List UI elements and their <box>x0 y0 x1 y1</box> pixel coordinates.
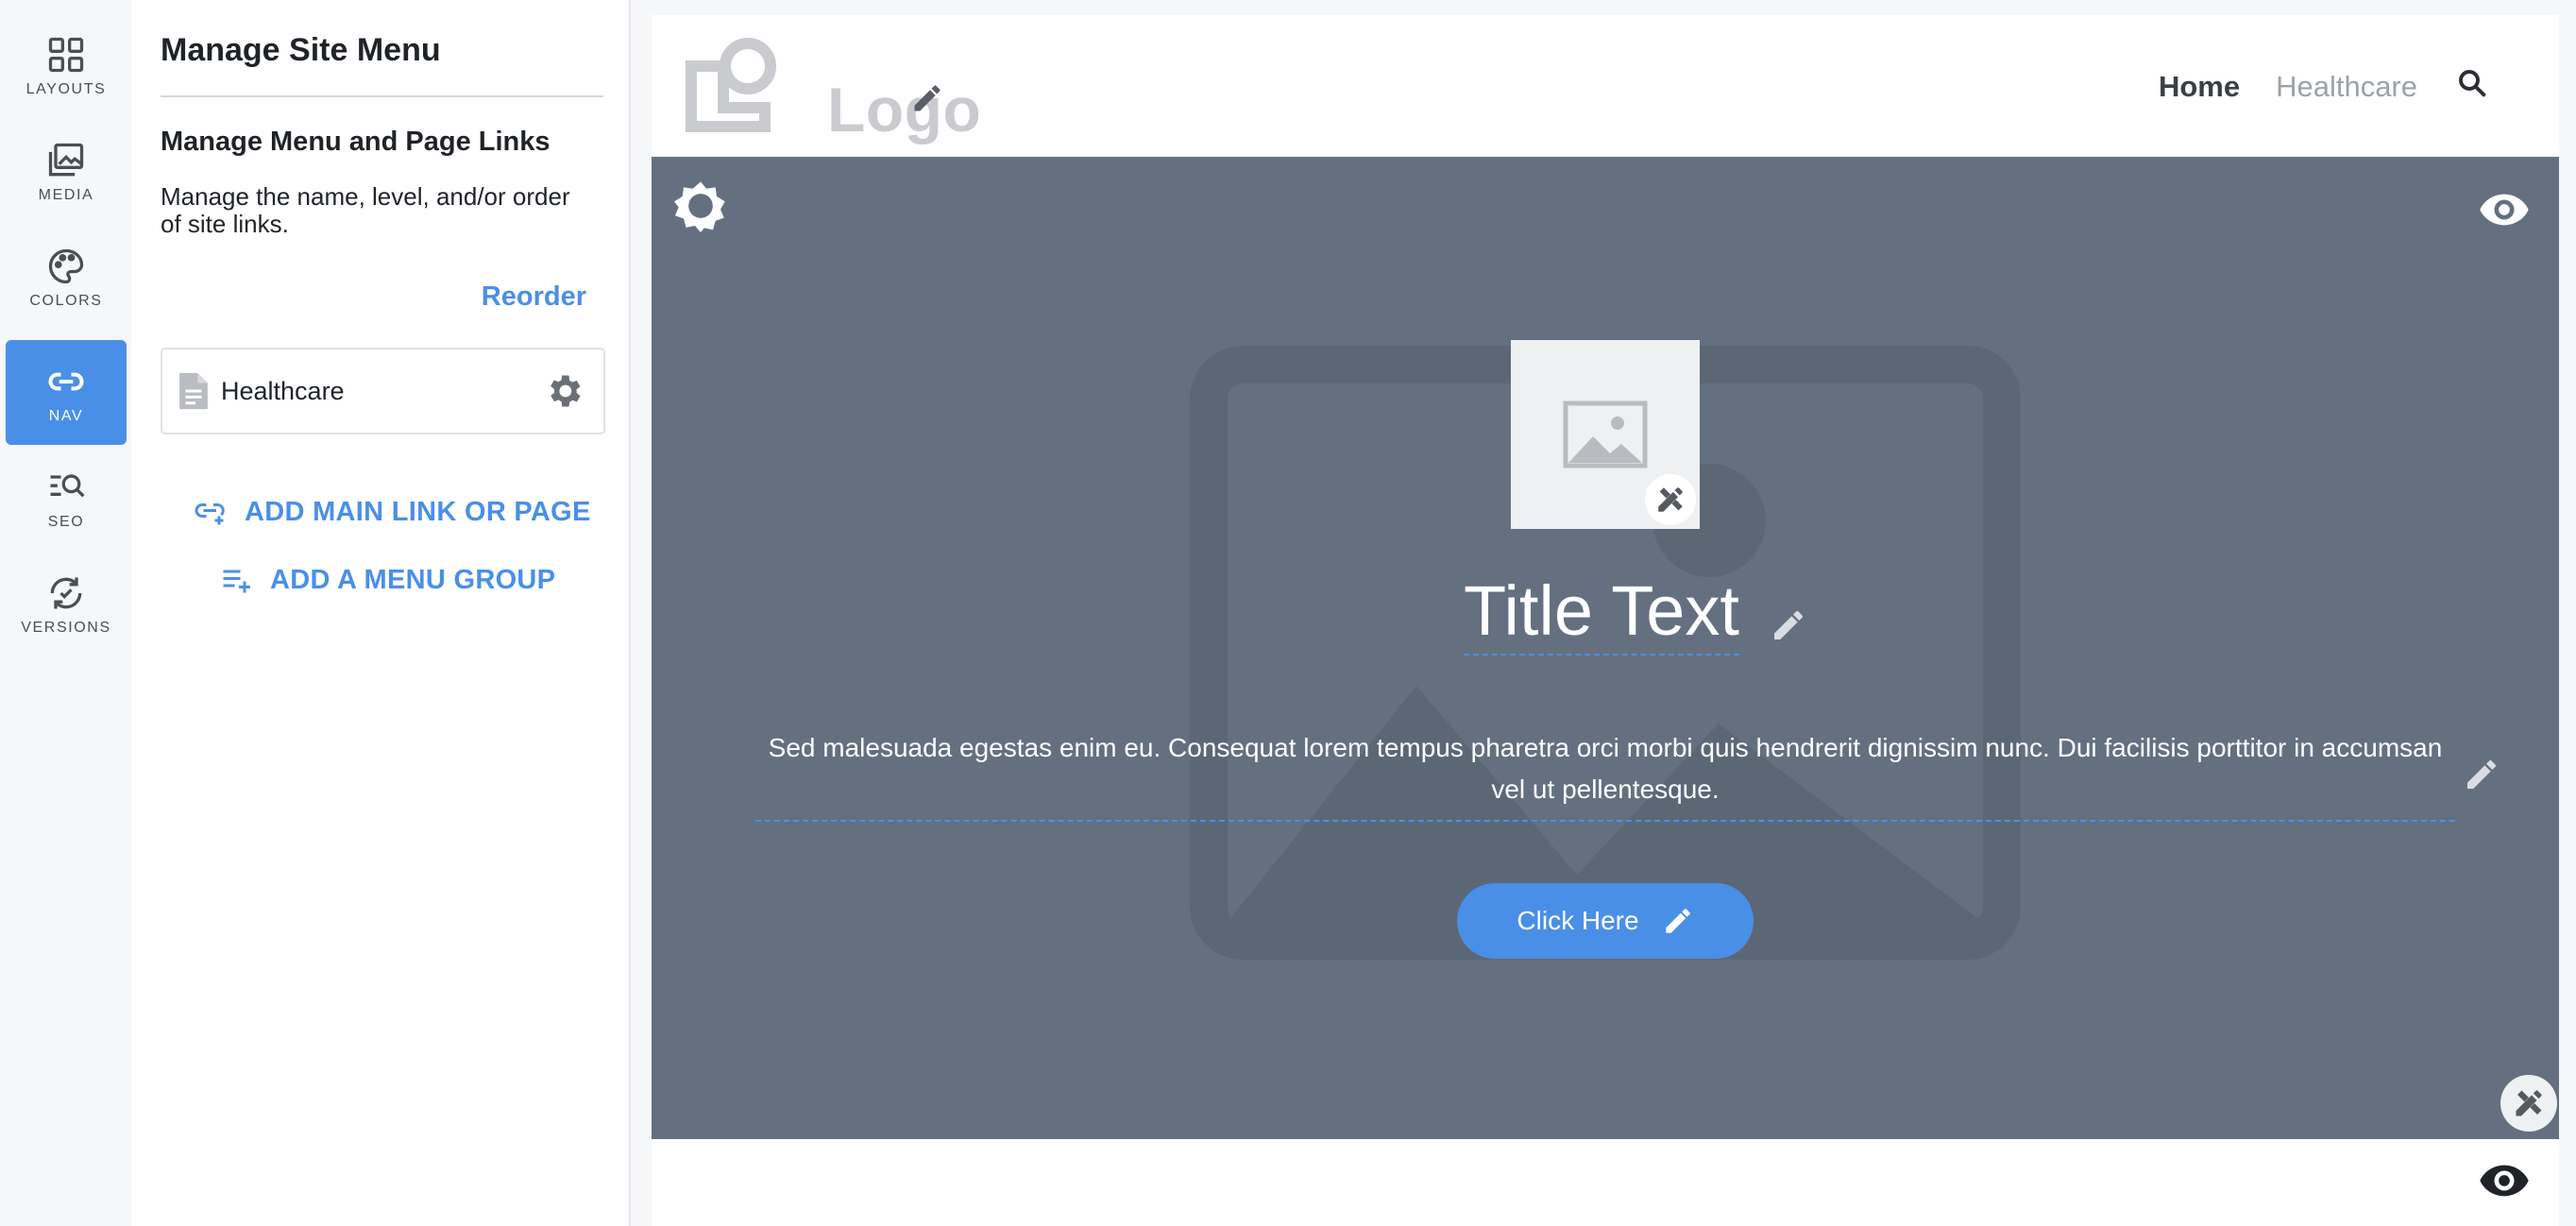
rail-label-nav: NAV <box>48 407 84 424</box>
eye-visibility-icon[interactable] <box>2478 1154 2531 1207</box>
rail-label-layouts: LAYOUTS <box>25 80 107 97</box>
rail-item-nav[interactable]: NAV <box>6 340 127 445</box>
image-edit-tools-button[interactable] <box>1645 474 1696 525</box>
panel-subtitle: Manage Menu and Page Links <box>161 127 551 157</box>
site-preview-canvas: Logo Home Healthcare Title Text Sed male… <box>652 15 2559 1226</box>
playlist-add-icon <box>223 570 250 593</box>
rail-label-media: MEDIA <box>38 186 94 203</box>
site-header: Logo Home Healthcare <box>652 15 2559 157</box>
add-link-icon <box>195 503 225 525</box>
rail-label-versions: VERSIONS <box>21 619 111 636</box>
page-document-icon <box>179 372 208 410</box>
rail-item-versions[interactable]: VERSIONS <box>6 552 127 656</box>
reorder-link[interactable]: Reorder <box>482 281 586 313</box>
rail-item-media[interactable]: MEDIA <box>6 119 127 224</box>
hero-cta-button[interactable]: Click Here <box>1457 883 1754 959</box>
palette-icon <box>48 248 84 283</box>
panel-divider <box>161 95 603 97</box>
section-edit-tools-button[interactable] <box>2500 1075 2557 1132</box>
search-icon[interactable] <box>2455 66 2489 100</box>
body-edit-pencil-icon[interactable] <box>2463 756 2500 793</box>
manage-menu-panel: Manage Site Menu Manage Menu and Page Li… <box>131 0 631 1226</box>
title-edit-pencil-icon[interactable] <box>1770 606 1807 644</box>
rail-label-seo: SEO <box>47 513 85 530</box>
seo-search-icon <box>50 473 85 497</box>
site-nav: Home Healthcare <box>2159 70 2417 104</box>
brightness-settings-icon[interactable] <box>674 179 727 232</box>
add-main-link-button[interactable]: ADD MAIN LINK OR PAGE <box>194 495 591 529</box>
gear-icon[interactable] <box>543 370 585 412</box>
add-main-link-label: ADD MAIN LINK OR PAGE <box>245 496 591 527</box>
link-icon <box>48 372 84 390</box>
logo-edit-pencil-icon[interactable] <box>910 81 944 115</box>
media-icon <box>48 143 84 176</box>
nav-link-home[interactable]: Home <box>2159 70 2240 104</box>
panel-title: Manage Site Menu <box>161 32 441 68</box>
rail-item-colors[interactable]: COLORS <box>6 225 127 330</box>
nav-link-healthcare[interactable]: Healthcare <box>2276 70 2417 104</box>
add-menu-group-label: ADD A MENU GROUP <box>270 564 556 595</box>
logo-text: Logo <box>827 75 982 145</box>
rail-item-layouts[interactable]: LAYOUTS <box>6 13 127 118</box>
site-editor: LAYOUTS MEDIA COLORS NAV SEO VERSIONS Ma… <box>0 0 2576 1226</box>
hero-section: Title Text Sed malesuada egestas enim eu… <box>652 157 2559 1139</box>
image-placeholder-icon <box>1563 400 1648 468</box>
rail-item-seo[interactable]: SEO <box>6 446 127 551</box>
layouts-icon <box>48 37 84 72</box>
hero-cta-label: Click Here <box>1517 906 1639 935</box>
versions-icon <box>50 577 82 608</box>
add-menu-group-button[interactable]: ADD A MENU GROUP <box>219 563 555 597</box>
editor-rail: LAYOUTS MEDIA COLORS NAV SEO VERSIONS <box>0 0 131 1226</box>
hero-body-text[interactable]: Sed malesuada egestas enim eu. Consequat… <box>755 727 2455 822</box>
site-logo[interactable]: Logo <box>686 38 981 145</box>
hero-image-placeholder[interactable] <box>1511 340 1700 529</box>
menu-link-item[interactable]: Healthcare <box>161 348 605 434</box>
menu-link-name: Healthcare <box>221 376 345 405</box>
design-tools-icon <box>1658 487 1683 512</box>
eye-visibility-icon[interactable] <box>2478 183 2531 236</box>
rail-label-colors: COLORS <box>29 292 103 309</box>
panel-description: Manage the name, level, and/or order of … <box>161 182 570 238</box>
hero-title[interactable]: Title Text <box>1464 572 1739 656</box>
button-edit-pencil-icon[interactable] <box>1662 905 1694 937</box>
design-tools-icon <box>2516 1090 2542 1116</box>
logo-placeholder-icon <box>686 38 776 132</box>
